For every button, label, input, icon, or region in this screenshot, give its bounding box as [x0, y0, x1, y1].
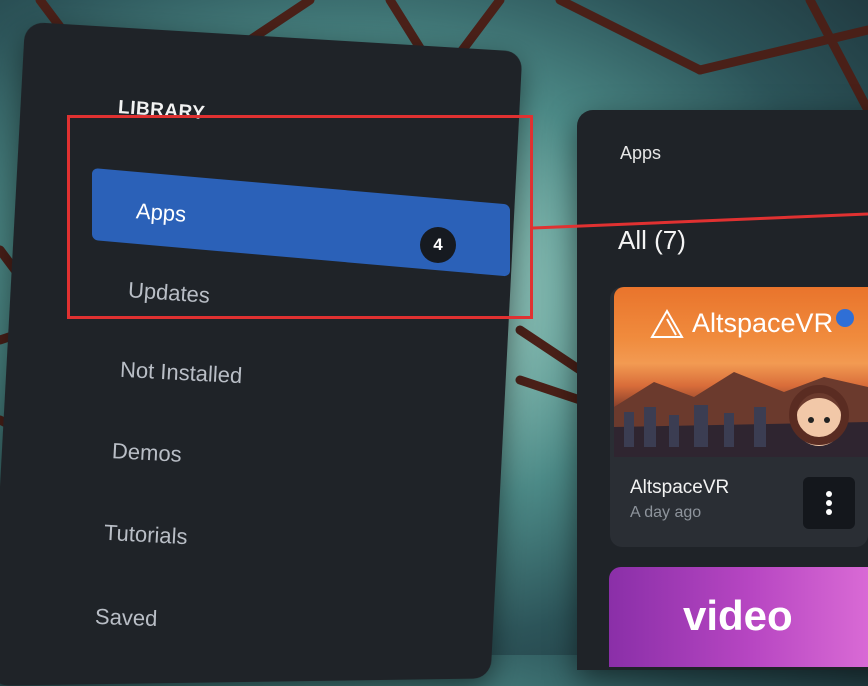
sidebar-item-saved[interactable]: Saved	[95, 604, 158, 632]
app-name: AltspaceVR	[630, 477, 730, 498]
highlight-box	[67, 115, 533, 319]
altspacevr-logo: AltspaceVR	[650, 308, 833, 339]
sidebar-item-demos[interactable]: Demos	[111, 438, 182, 468]
altspacevr-logo-text: AltspaceVR	[692, 308, 834, 338]
video-logo-text: video	[683, 592, 793, 639]
highlight-connector	[533, 212, 868, 230]
more-options-button[interactable]	[803, 477, 855, 529]
altspace-triangle-icon	[650, 308, 684, 338]
app-last-used: A day ago	[630, 504, 702, 521]
update-dot	[836, 309, 854, 327]
sidebar-item-tutorials[interactable]: Tutorials	[103, 520, 188, 550]
kebab-menu-icon	[826, 491, 832, 515]
